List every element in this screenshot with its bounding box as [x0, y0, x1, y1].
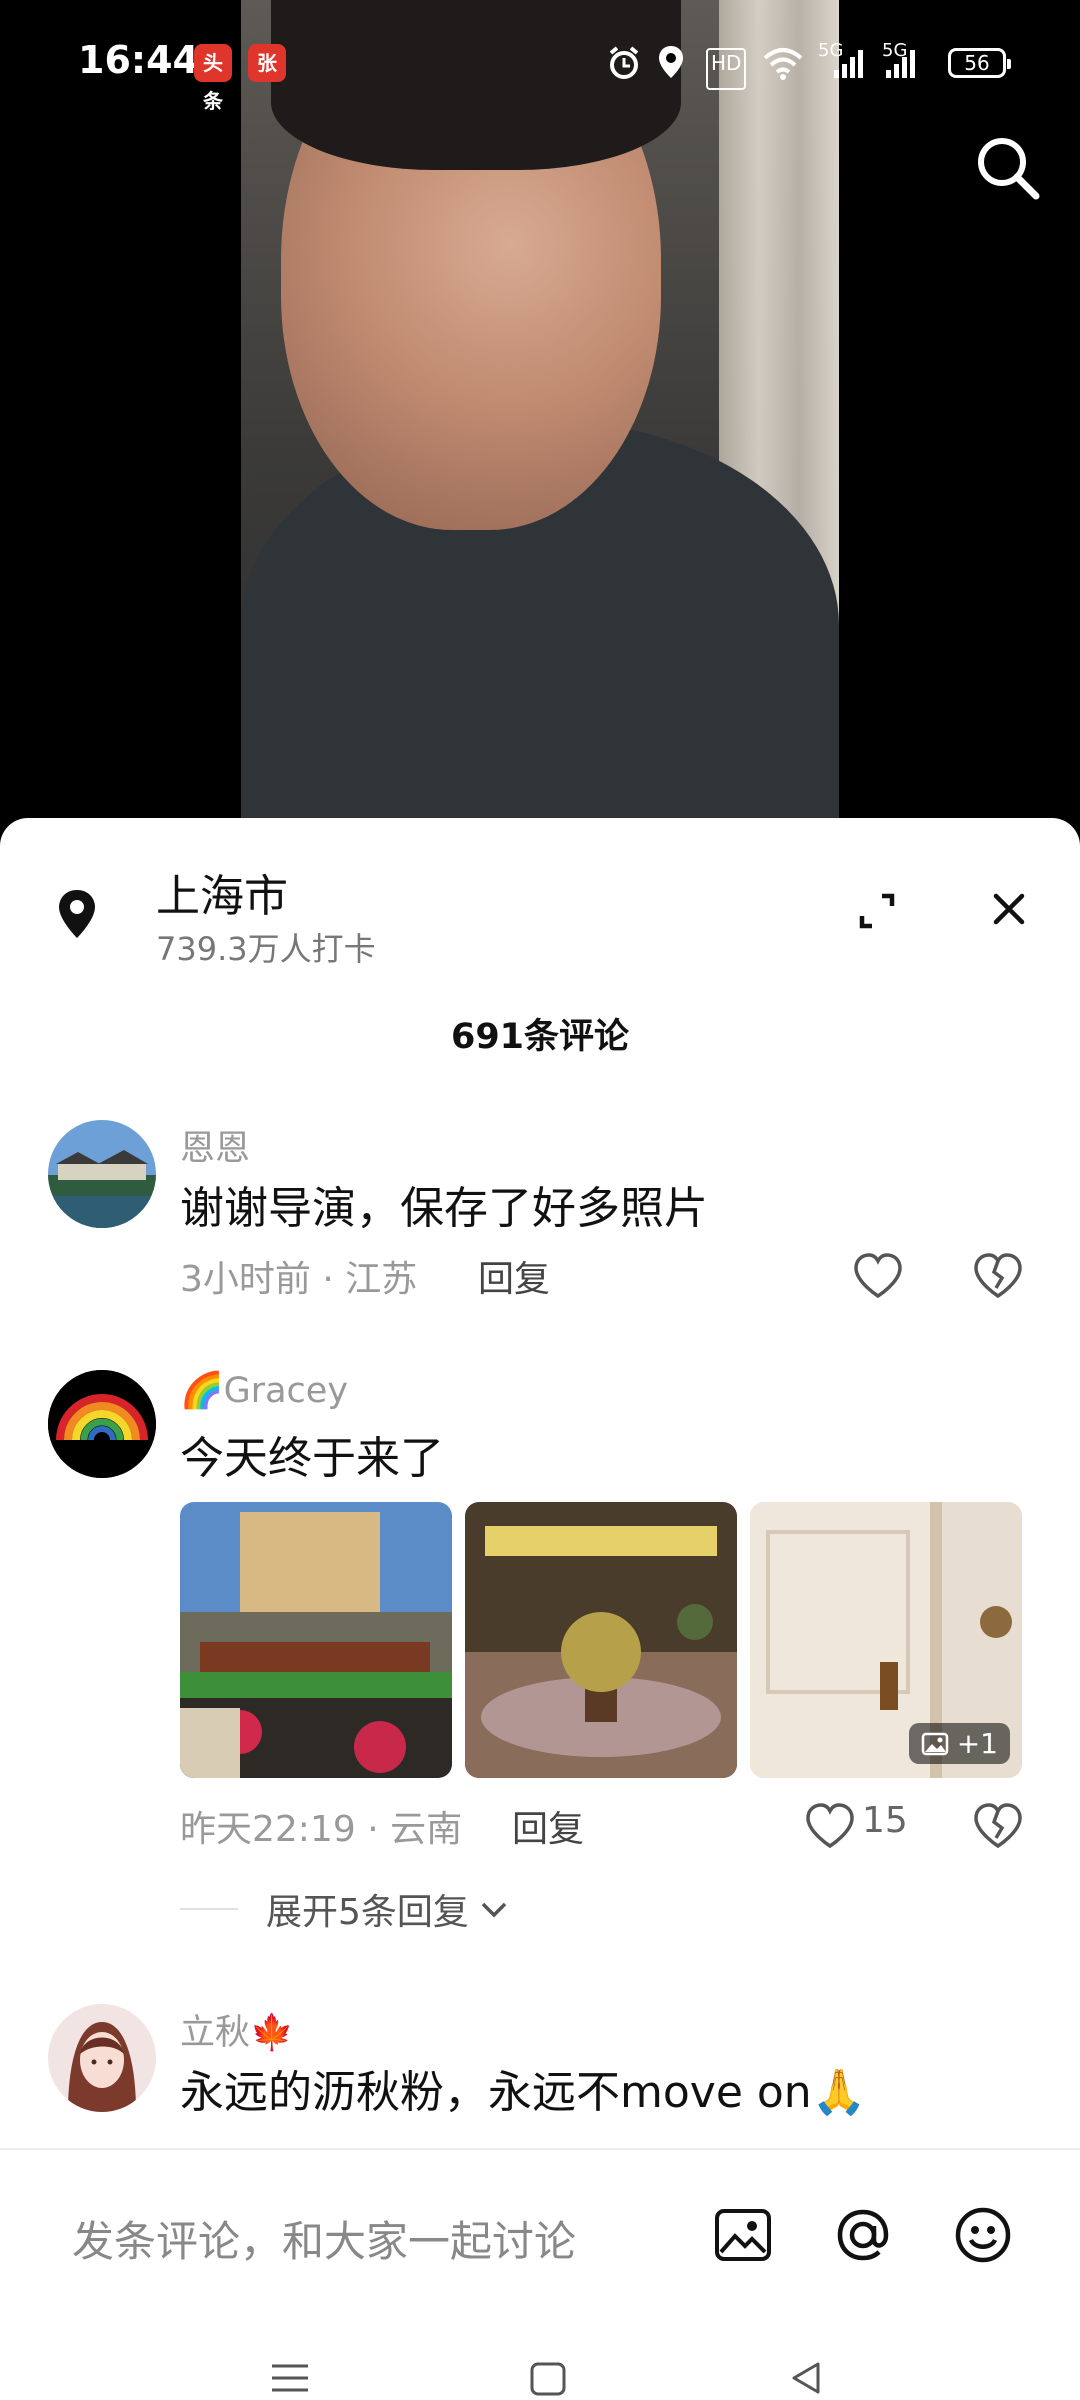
reply-button[interactable]: 回复 [478, 1250, 550, 1302]
close-icon[interactable] [986, 886, 1032, 932]
avatar[interactable] [48, 1370, 156, 1478]
hd-voice-icon: HD [706, 48, 747, 90]
photo-thumbnail[interactable] [180, 1502, 452, 1778]
location-status-icon [659, 46, 683, 78]
expand-replies-label: 展开5条回复 [266, 1892, 469, 1933]
hotel-exterior-photo [180, 1502, 452, 1778]
comment-count: 691条评论 [450, 1017, 630, 1057]
more-photos-count: +1 [956, 1727, 998, 1760]
status-bar: 16:44 头条 张 HD 5G 5G 56 [0, 0, 1080, 128]
system-nav-bar [0, 2320, 1080, 2400]
alarm-icon [609, 46, 639, 79]
fullscreen-icon[interactable] [852, 886, 902, 936]
avatar-image [48, 2004, 156, 2112]
like-count: 15 [862, 1800, 908, 1841]
image-icon [921, 1732, 948, 1755]
broken-heart-icon[interactable] [972, 1802, 1024, 1850]
avatar[interactable] [48, 1120, 156, 1228]
more-photos-badge[interactable]: +1 [908, 1723, 1010, 1764]
comment-text: 永远的沥秋粉，永远不move on🙏 [180, 2067, 867, 2118]
heart-icon[interactable] [852, 1252, 904, 1300]
search-icon[interactable] [970, 130, 1046, 206]
broken-heart-icon[interactable] [972, 1252, 1024, 1300]
expand-replies-button[interactable]: 展开5条回复 [180, 1884, 511, 1934]
divider-line [180, 1908, 238, 1910]
avatar-image [48, 1120, 156, 1228]
photo-thumbnail[interactable] [465, 1502, 737, 1778]
avatar[interactable] [48, 2004, 156, 2112]
comment-text: 今天终于来了 [180, 1433, 444, 1484]
signal-icon-1 [834, 50, 863, 78]
chevron-down-icon [481, 1902, 507, 1918]
image-picker-icon[interactable] [712, 2204, 774, 2266]
comment-item: 立秋🍁 永远的沥秋粉，永远不move on🙏 [0, 2004, 1080, 2154]
comment-username[interactable]: 立秋🍁 [180, 2004, 294, 2055]
heart-icon[interactable] [804, 1802, 856, 1850]
location-header[interactable]: 上海市 739.3万人打卡 [0, 818, 1080, 978]
photo-grid: +1 [180, 1502, 1022, 1778]
battery-indicator: 56 [948, 48, 1011, 78]
emoji-icon[interactable] [952, 2204, 1014, 2266]
comment-text: 谢谢导演，保存了好多照片 [180, 1183, 708, 1234]
hotel-lobby-photo [465, 1502, 737, 1778]
mention-icon[interactable] [832, 2204, 894, 2266]
toutiao-app-icon: 头条 [194, 44, 232, 113]
comment-input-bar: 发条评论，和大家一起讨论 [0, 2148, 1080, 2322]
comment-username[interactable]: 恩恩 [180, 1120, 250, 1171]
location-name: 上海市 [156, 871, 288, 922]
location-pin-icon [59, 890, 95, 938]
home-nav-icon[interactable] [526, 2360, 570, 2396]
comment-item: 恩恩 谢谢导演，保存了好多照片 3小时前 · 江苏 回复 [0, 1120, 1080, 1370]
menu-nav-icon[interactable] [268, 2360, 312, 2396]
comment-meta: 昨天22:19 · 云南 [180, 1809, 463, 1850]
back-nav-icon[interactable] [784, 2360, 828, 2396]
location-checkins: 739.3万人打卡 [156, 930, 376, 968]
signal-icon-2 [886, 50, 915, 78]
comment-meta: 3小时前 · 江苏 [180, 1259, 418, 1300]
comment-input[interactable]: 发条评论，和大家一起讨论 [72, 2208, 576, 2269]
status-time: 16:44 [78, 38, 199, 82]
photo-thumbnail[interactable]: +1 [750, 1502, 1022, 1778]
avatar-image [48, 1370, 156, 1478]
zhang-app-icon: 张 [248, 44, 286, 82]
wifi-icon [763, 48, 803, 80]
reply-button[interactable]: 回复 [512, 1800, 584, 1852]
comment-username[interactable]: 🌈Gracey [180, 1370, 348, 1411]
comment-item: 🌈Gracey 今天终于来了 +1 昨天22:19 · 云南 回复 15 展开5… [0, 1370, 1080, 1933]
